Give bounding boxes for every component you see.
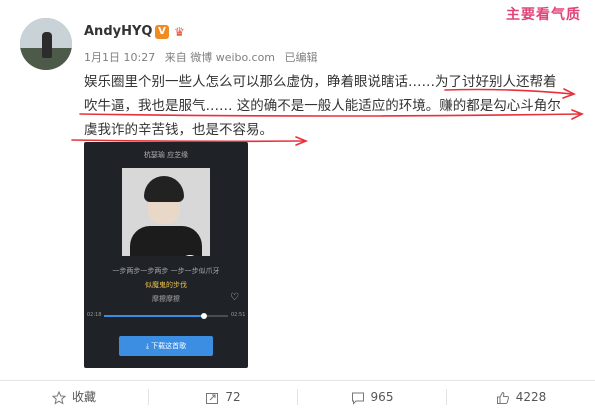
username-link[interactable]: AndyHYQ bbox=[84, 24, 152, 39]
post-source[interactable]: 来自 微博 weibo.com bbox=[165, 51, 275, 64]
download-icon: ⤓ bbox=[145, 342, 149, 350]
lyric-next: 摩擦摩擦 bbox=[152, 295, 180, 303]
favorite-label: 收藏 bbox=[71, 390, 96, 404]
weibo-post: AndyHYQ V ♛ 1月1日 10:27 来自 微博 weibo.com 已… bbox=[0, 0, 595, 414]
avatar[interactable] bbox=[20, 18, 72, 70]
download-song-button[interactable]: ⤓ 下载这首歌 bbox=[119, 336, 213, 356]
post-text-line-3: 虞我诈的辛苦钱，也是不容易。 bbox=[84, 122, 273, 138]
repost-icon bbox=[206, 392, 219, 404]
progress-bar[interactable] bbox=[104, 313, 228, 319]
action-bar: 收藏 72 965 4228 bbox=[0, 380, 595, 414]
album-cover bbox=[122, 168, 210, 256]
song-artist: 杭瑟瑜 应芝缘 bbox=[143, 151, 189, 159]
star-icon bbox=[51, 390, 67, 405]
cover-coat bbox=[130, 226, 202, 256]
comment-icon bbox=[351, 392, 364, 405]
time-elapsed: 02:18 bbox=[87, 312, 102, 318]
like-count: 4228 bbox=[515, 390, 547, 404]
avatar-figure bbox=[42, 32, 52, 58]
member-crown-icon[interactable]: ♛ bbox=[174, 25, 190, 39]
repost-button[interactable]: 72 bbox=[149, 381, 297, 414]
lyric-previous: 一步两步一步两步 一步一步似爪牙 bbox=[112, 267, 220, 275]
watermark: 主要看气质 bbox=[506, 7, 581, 23]
favorite-button[interactable]: 收藏 bbox=[0, 381, 148, 414]
progress-fill bbox=[104, 315, 205, 317]
comment-button[interactable]: 965 bbox=[298, 381, 446, 414]
time-total: 02:51 bbox=[231, 312, 246, 318]
post-timestamp[interactable]: 1月1日 10:27 bbox=[84, 51, 155, 64]
like-button[interactable]: 4228 bbox=[447, 381, 595, 414]
edited-label[interactable]: 已编辑 bbox=[285, 51, 318, 64]
post-text-line-2: 吹牛逼，我也是服气…… 这的确不是一般人能适应的环境。赚的都是勾心斗角尔 bbox=[84, 98, 561, 114]
thumbs-up-icon bbox=[496, 391, 509, 404]
progress-knob[interactable] bbox=[201, 313, 208, 319]
comment-count: 965 bbox=[370, 390, 394, 404]
verified-badge-icon[interactable]: V bbox=[155, 25, 169, 39]
repost-count: 72 bbox=[225, 390, 241, 404]
post-text-line-1: 娱乐圈里个别一些人怎么可以那么虚伪，睁着眼说瞎话……为了讨好别人还帮着 bbox=[84, 74, 557, 90]
post-meta: 1月1日 10:27 来自 微博 weibo.com 已编辑 bbox=[84, 49, 324, 65]
music-player-card[interactable]: 杭瑟瑜 应芝缘 一步两步一步两步 一步一步似爪牙 似魔鬼的步伐 摩擦摩擦 ♡ 0… bbox=[84, 142, 248, 368]
lyric-current: 似魔鬼的步伐 bbox=[145, 281, 187, 289]
post-text: 娱乐圈里个别一些人怎么可以那么虚伪，睁着眼说瞎话……为了讨好别人还帮着 吹牛逼，… bbox=[84, 70, 584, 142]
download-label: 下载这首歌 bbox=[151, 342, 187, 350]
heart-icon[interactable]: ♡ bbox=[230, 292, 239, 303]
cover-hair bbox=[144, 176, 184, 202]
